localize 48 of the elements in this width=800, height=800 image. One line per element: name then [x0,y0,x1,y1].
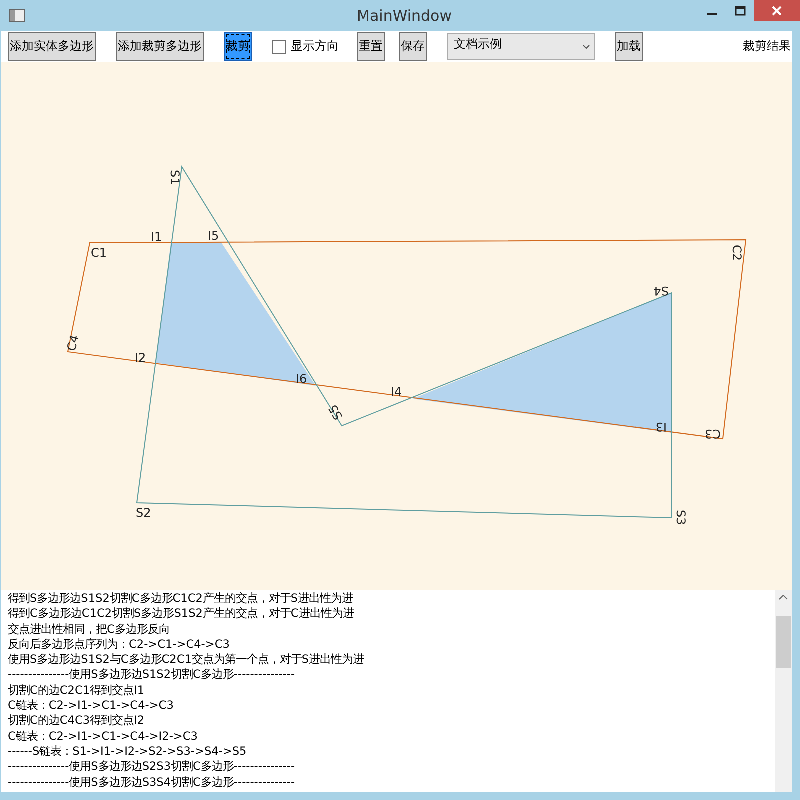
log-line: 切割C的边C2C1得到交点I1 [8,682,146,698]
toolbar-button[interactable]: 添加裁剪多边形 [116,32,204,61]
scrollbar-thumb[interactable] [776,616,791,668]
vertex-label: S5 [326,402,346,422]
close-button[interactable] [754,0,800,21]
log-line: 得到S多边形边S1S2切割C多边形C1C2产生的交点，对于S进出性为进 [8,591,354,606]
intersection-label: I2 [135,351,146,365]
vertex-label: C4 [64,334,82,353]
log-line: 切割C的边C4C3得到交点I2 [8,713,146,729]
log-line: ---------------使用S多边形边S3S4切割C多边形--------------- [8,774,296,790]
maximize-icon [734,6,746,16]
log-line: ---------------使用S多边形边S1S2切割C多边形--------------- [8,667,296,683]
vertex-label: S4 [654,284,669,298]
caret-icon [583,45,590,50]
intersection-label: I1 [151,230,162,244]
minimize-icon [707,13,717,15]
log-line: 使用S多边形边S1S2与C多边形C2C1交点为第一个点，对于S进出性为进 [8,652,366,668]
log-line: C链表：C2->I1->C1->C4->I2->C3 [8,728,199,744]
toolbar-button[interactable]: 添加实体多边形 [8,32,96,61]
toolbar-button[interactable]: 裁剪 [224,32,252,61]
log-line: ------S链表：S1->I1->I2->S2->S3->S4->S5 [8,744,248,760]
log-line: C链表：C2->I1->C1->C4->C3 [8,698,175,714]
window-title: MainWindow [356,6,453,24]
vertex-label: S2 [136,506,152,520]
intersection-label: I3 [656,420,667,434]
vertex-label: C3 [704,427,721,441]
intersection-label: I6 [296,372,308,386]
vertex-label: C1 [91,246,108,260]
toolbar-button[interactable]: 保存 [399,32,427,61]
app-icon [9,9,25,22]
vertex-label: S3 [674,510,688,526]
toolbar-button[interactable]: 重置 [357,32,385,61]
log-line: 反向后多边形点序列为：C2->C1->C4->C3 [8,636,231,652]
checkbox-label: 显示方向 [291,38,339,55]
log-line: 交点进出性相同，把C多边形反向 [8,622,171,637]
dropdown[interactable]: 文档示例 [447,33,595,60]
toolbar-button[interactable]: 加载 [615,32,643,61]
vertex-label: C2 [730,245,744,262]
close-icon [772,6,782,16]
vertex-label: S1 [168,170,182,186]
intersection-label: I5 [208,229,220,243]
log-line: ---------------使用S多边形边S2S3切割C多边形--------------- [8,759,296,775]
checkbox[interactable] [272,40,286,54]
result-label: 裁剪结果 [743,38,791,55]
scroll-up-icon[interactable] [779,595,788,600]
scrollbar-track[interactable] [775,590,792,792]
log-line: 得到C多边形边C1C2切割S多边形S1S2产生的交点，对于C进出性为进 [8,606,355,622]
intersection-label: I4 [391,385,402,399]
